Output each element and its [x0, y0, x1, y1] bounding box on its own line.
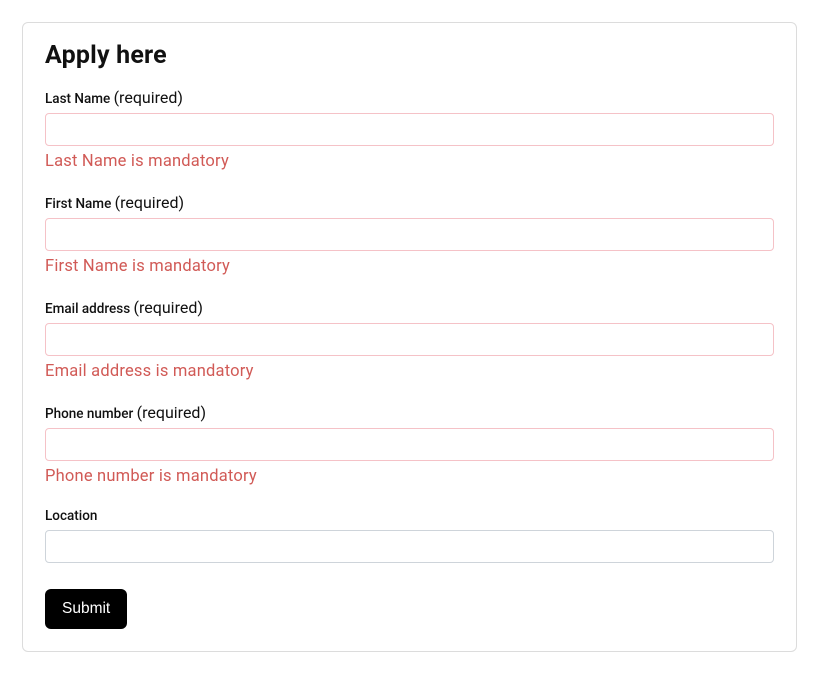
email-input[interactable]	[45, 323, 774, 356]
field-first-name: First Name (required) First Name is mand…	[45, 193, 774, 276]
first-name-label: First Name (required)	[45, 193, 774, 212]
last-name-label-text: Last Name	[45, 91, 110, 107]
phone-label: Phone number (required)	[45, 403, 774, 422]
email-hint: (required)	[134, 298, 203, 317]
last-name-label: Last Name (required)	[45, 88, 774, 107]
phone-hint: (required)	[137, 403, 206, 422]
field-location: Location	[45, 508, 774, 563]
last-name-error: Last Name is mandatory	[45, 152, 774, 171]
apply-form-card: Apply here Last Name (required) Last Nam…	[22, 22, 797, 652]
phone-error: Phone number is mandatory	[45, 467, 774, 486]
field-phone: Phone number (required) Phone number is …	[45, 403, 774, 486]
first-name-input[interactable]	[45, 218, 774, 251]
first-name-label-text: First Name	[45, 196, 111, 212]
email-label: Email address (required)	[45, 298, 774, 317]
location-input[interactable]	[45, 530, 774, 563]
last-name-hint: (required)	[114, 88, 183, 107]
phone-label-text: Phone number	[45, 406, 133, 422]
location-label-text: Location	[45, 508, 97, 524]
first-name-error: First Name is mandatory	[45, 257, 774, 276]
field-email: Email address (required) Email address i…	[45, 298, 774, 381]
form-title: Apply here	[45, 41, 774, 70]
phone-input[interactable]	[45, 428, 774, 461]
submit-button[interactable]: Submit	[45, 589, 127, 629]
email-label-text: Email address	[45, 301, 130, 317]
last-name-input[interactable]	[45, 113, 774, 146]
field-last-name: Last Name (required) Last Name is mandat…	[45, 88, 774, 171]
first-name-hint: (required)	[115, 193, 184, 212]
location-label: Location	[45, 508, 774, 524]
email-error: Email address is mandatory	[45, 362, 774, 381]
